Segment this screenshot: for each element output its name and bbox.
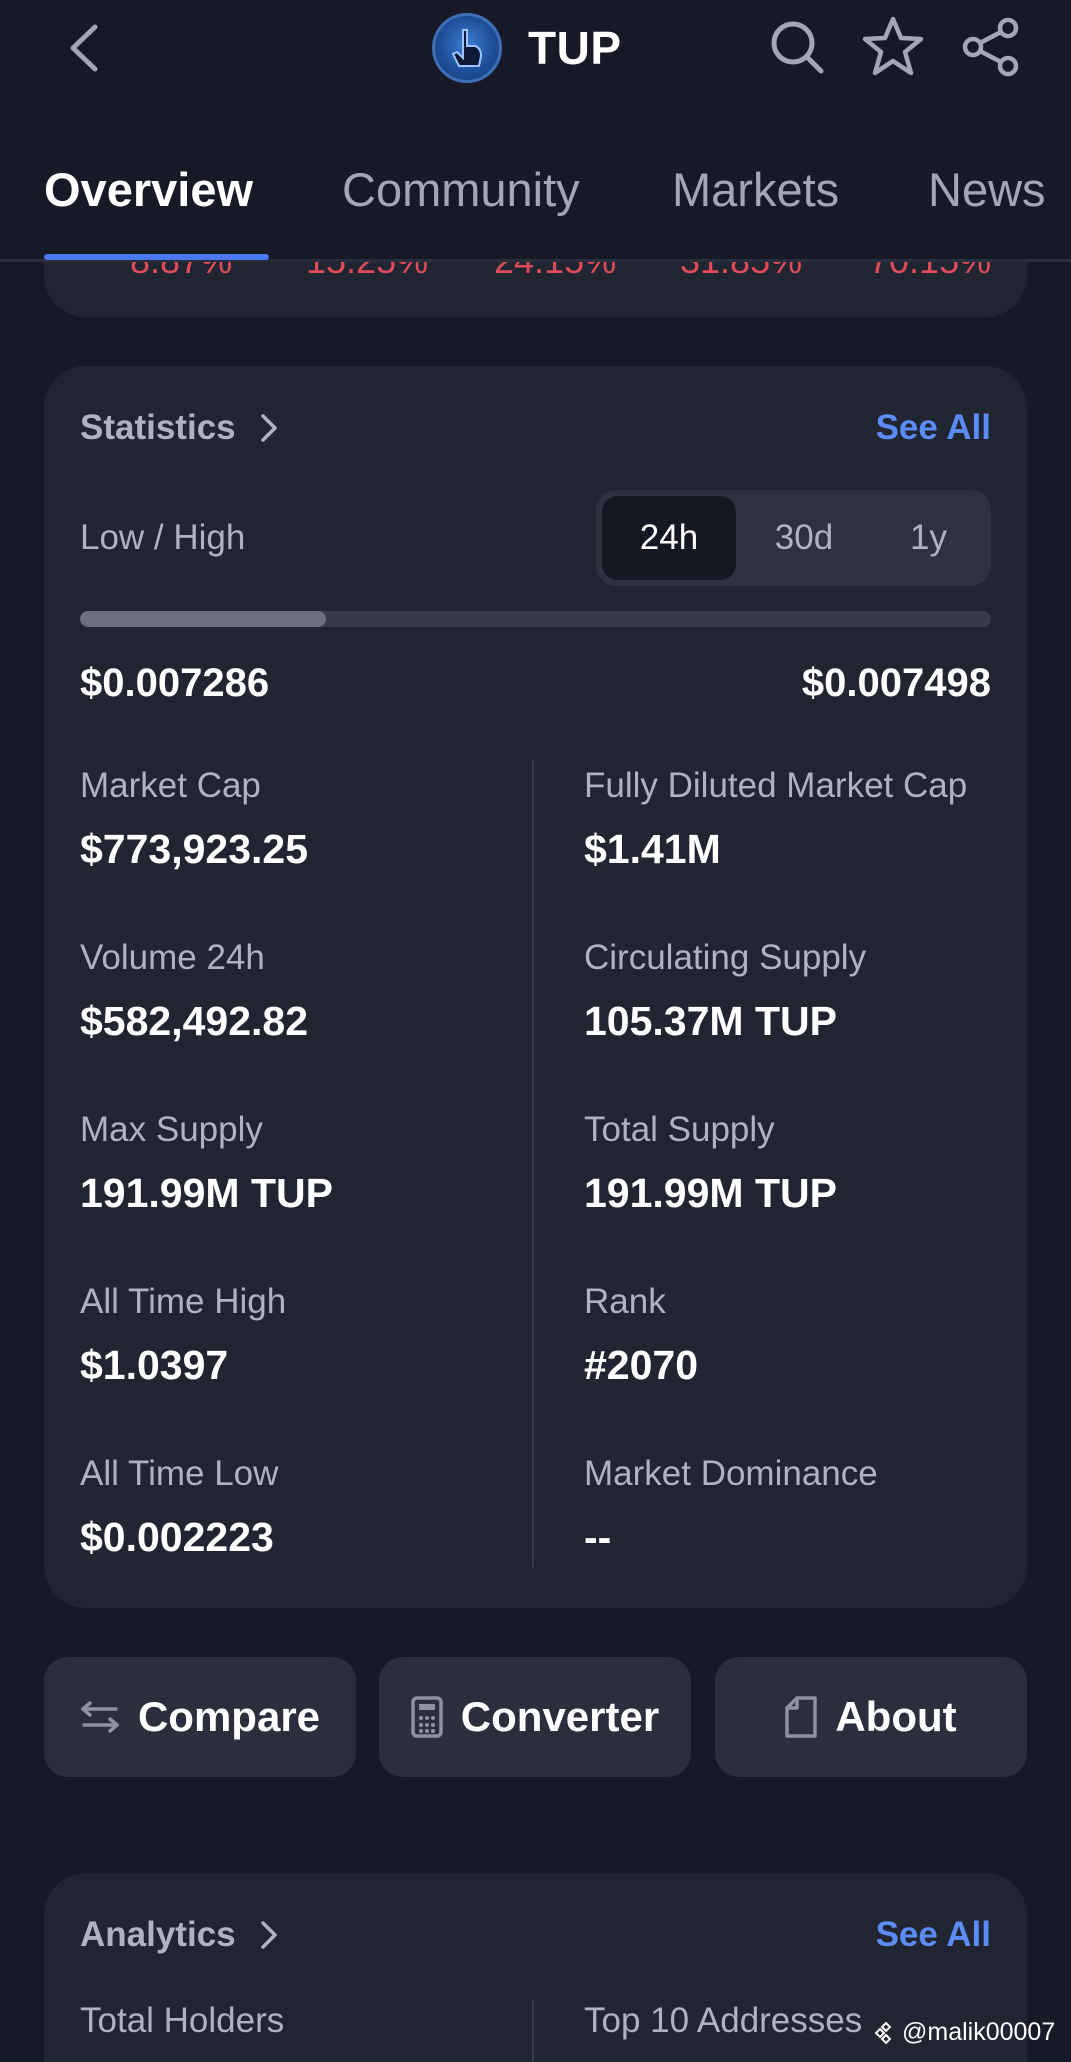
back-button[interactable]: [54, 18, 114, 78]
stat-label: Market Cap: [80, 766, 261, 805]
stat-volume-24h: Volume 24h $582,492.82: [80, 938, 520, 1045]
period-selector: 24h 30d 1y: [596, 490, 991, 586]
stat-value: #2070: [584, 1342, 699, 1388]
stat-label: Volume 24h: [80, 938, 265, 977]
chevron-right-icon: [260, 414, 277, 442]
tab-bar: Overview Community Markets News: [0, 100, 1071, 262]
period-24h[interactable]: 24h: [602, 496, 736, 580]
stat-total-holders: Total Holders: [80, 2001, 520, 2041]
stat-label: Fully Diluted Market Cap: [584, 766, 968, 805]
stat-value: $773,923.25: [80, 826, 309, 872]
coin-name: TUP: [528, 22, 622, 74]
search-icon: [771, 21, 824, 74]
app-header: TUP: [0, 0, 1071, 100]
period-1y[interactable]: 1y: [872, 496, 985, 580]
stat-label: All Time High: [80, 1282, 287, 1321]
tab-news[interactable]: News: [928, 162, 1046, 217]
statistics-card: Statistics See All Low / High 24h 30d 1y…: [44, 366, 1027, 1608]
coin-brand: TUP: [432, 12, 622, 84]
stat-label: All Time Low: [80, 1454, 279, 1493]
chevron-left-icon: [70, 24, 98, 72]
stat-value: $0.002223: [80, 1514, 274, 1560]
stat-label: Market Dominance: [584, 1454, 878, 1493]
statistics-see-all-link[interactable]: See All: [876, 408, 991, 448]
converter-button[interactable]: Converter: [379, 1657, 691, 1777]
stat-market-cap: Market Cap $773,923.25: [80, 766, 520, 873]
stat-circulating-supply: Circulating Supply 105.37M TUP: [584, 938, 1024, 1045]
stat-value: 105.37M TUP: [584, 998, 837, 1044]
column-divider: [532, 1999, 534, 2062]
coin-logo: [432, 13, 502, 83]
calculator-icon: [411, 1696, 443, 1738]
swap-arrows-icon: [81, 1701, 119, 1733]
stat-value: $1.41M: [584, 826, 721, 872]
analytics-title: Analytics: [80, 1915, 236, 1954]
watermark: @malik00007: [874, 2018, 1055, 2047]
watermark-text: @malik00007: [902, 2018, 1056, 2046]
star-icon: [862, 16, 924, 76]
share-icon: [962, 17, 1019, 77]
statistics-header[interactable]: Statistics: [80, 408, 278, 448]
period-30d[interactable]: 30d: [742, 496, 866, 580]
share-button[interactable]: [958, 14, 1024, 80]
stat-all-time-high: All Time High $1.0397: [80, 1282, 520, 1389]
stat-rank: Rank #2070: [584, 1282, 1024, 1389]
page: 8.87% 15.25% 24.15% 31.85% 70.15% TUP: [0, 0, 1071, 2062]
stat-value: 191.99M TUP: [80, 1170, 333, 1216]
chevron-right-icon: [260, 1921, 277, 1949]
about-button[interactable]: About: [715, 1657, 1027, 1777]
low-high-label: Low / High: [80, 518, 246, 557]
about-label: About: [835, 1693, 957, 1740]
stat-label: Total Holders: [80, 2001, 285, 2040]
compare-label: Compare: [137, 1693, 321, 1740]
active-tab-indicator: [44, 254, 269, 260]
stat-label: Circulating Supply: [584, 938, 867, 977]
document-icon: [785, 1696, 818, 1738]
stat-value: $582,492.82: [80, 998, 309, 1044]
analytics-see-all-link[interactable]: See All: [876, 1915, 991, 1955]
tab-markets[interactable]: Markets: [672, 162, 839, 217]
column-divider: [532, 759, 534, 1567]
converter-label: Converter: [460, 1693, 660, 1740]
tab-community[interactable]: Community: [342, 162, 580, 217]
analytics-header[interactable]: Analytics: [80, 1915, 278, 1955]
stat-total-supply: Total Supply 191.99M TUP: [584, 1110, 1024, 1217]
low-high-range-fill: [80, 611, 326, 627]
stat-fully-diluted-market-cap: Fully Diluted Market Cap $1.41M: [584, 766, 1024, 873]
stat-max-supply: Max Supply 191.99M TUP: [80, 1110, 520, 1217]
stat-value: 191.99M TUP: [584, 1170, 837, 1216]
tab-overview[interactable]: Overview: [44, 162, 253, 217]
low-value: $0.007286: [80, 661, 270, 705]
stat-market-dominance: Market Dominance --: [584, 1454, 1024, 1561]
compare-button[interactable]: Compare: [44, 1657, 356, 1777]
stat-label: Total Supply: [584, 1110, 775, 1149]
high-value: $0.007498: [801, 661, 991, 705]
stat-value: --: [584, 1514, 612, 1560]
stat-all-time-low: All Time Low $0.002223: [80, 1454, 520, 1561]
stat-label: Rank: [584, 1282, 666, 1321]
statistics-title: Statistics: [80, 408, 236, 447]
low-high-range-bar: [80, 611, 991, 627]
favorite-button[interactable]: [860, 14, 926, 80]
stat-label: Max Supply: [80, 1110, 263, 1149]
search-button[interactable]: [764, 14, 830, 80]
pointing-hand-icon: [451, 29, 483, 67]
binance-logo-icon: [874, 2021, 892, 2044]
stat-value: $1.0397: [80, 1342, 229, 1388]
